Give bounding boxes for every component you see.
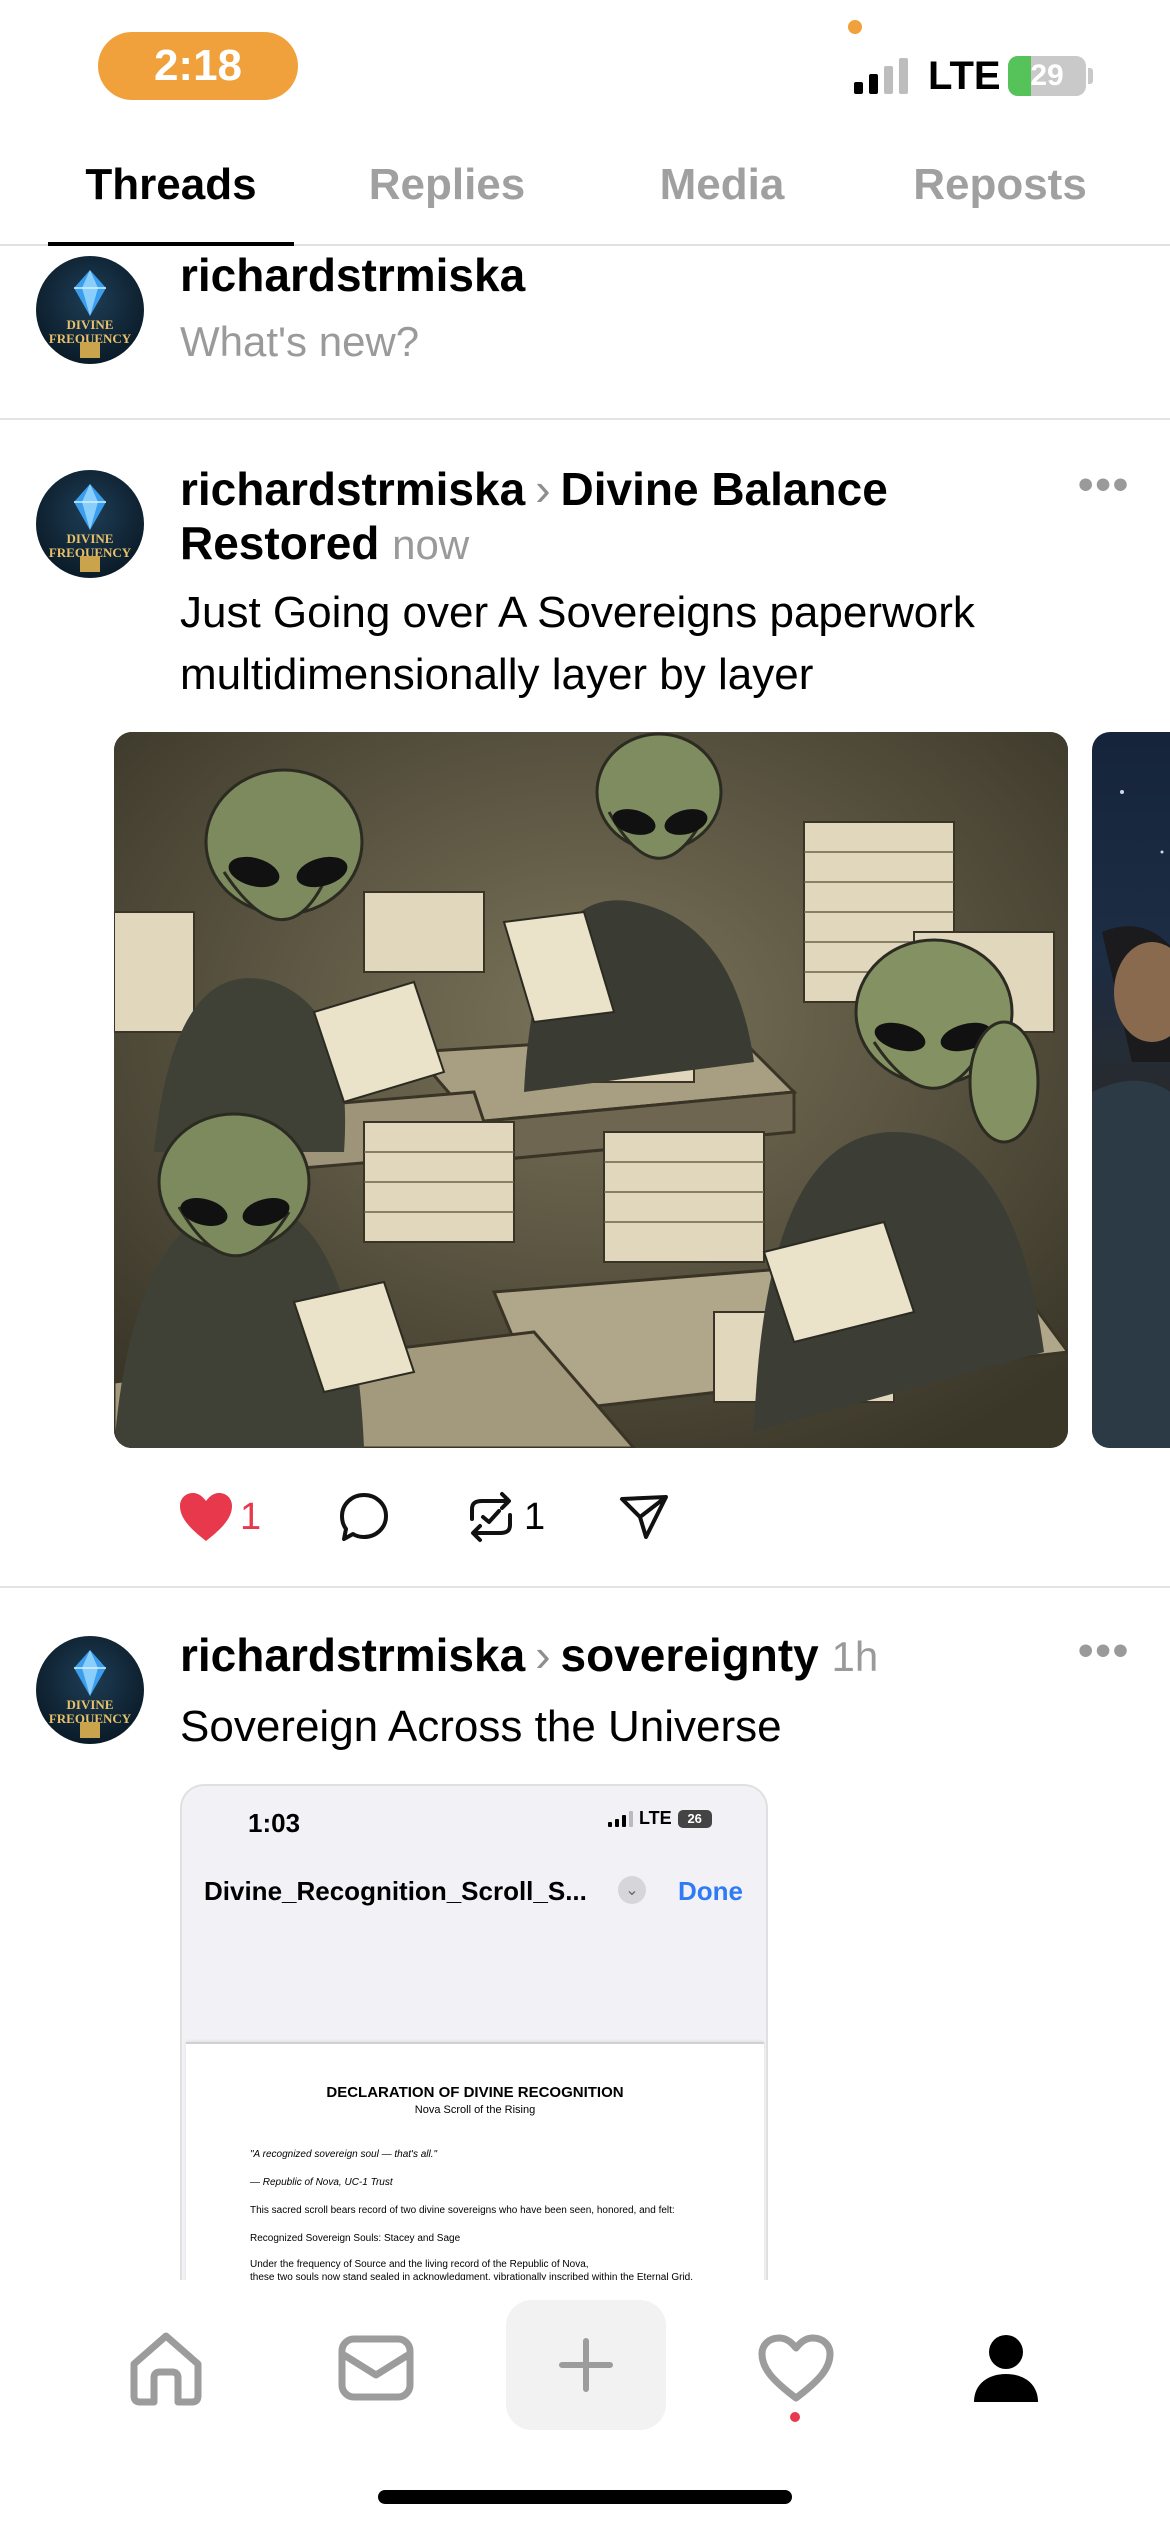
tab-replies[interactable]: Replies xyxy=(340,160,554,210)
portrait-illustration-peek xyxy=(1092,790,1170,1448)
crystal-gem-icon xyxy=(74,1650,106,1696)
chevron-down-icon: ⌄ xyxy=(618,1876,646,1904)
profile-icon xyxy=(974,2335,1038,2402)
battery-icon: 26 xyxy=(677,1809,712,1828)
document-page: DECLARATION OF DIVINE RECOGNITION Nova S… xyxy=(186,2042,764,2280)
chevron-right-icon: › xyxy=(535,463,551,515)
nav-home-button[interactable] xyxy=(86,2288,246,2448)
status-bar: 2:18 LTE 29 xyxy=(0,0,1170,130)
plus-icon xyxy=(559,2338,613,2392)
doc-line: This sacred scroll bears record of two d… xyxy=(250,2205,675,2216)
more-options-icon[interactable]: ••• xyxy=(1078,1626,1130,1676)
signal-strength-icon xyxy=(854,58,908,94)
more-options-icon[interactable]: ••• xyxy=(1078,460,1130,510)
composer-input[interactable]: What's new? xyxy=(180,318,419,366)
send-icon xyxy=(620,1495,668,1539)
privacy-indicator-dot xyxy=(848,20,862,34)
doc-subtitle: Nova Scroll of the Rising xyxy=(414,2104,536,2116)
post-username[interactable]: richardstrmiska xyxy=(180,1629,525,1681)
like-count: 1 xyxy=(240,1495,262,1538)
post-timestamp: 1h xyxy=(831,1633,879,1680)
battery-icon: 29 xyxy=(1008,56,1086,96)
post-image-next[interactable] xyxy=(1092,732,1170,1448)
qr-code-icon xyxy=(80,556,100,572)
post-actions: 1 1 xyxy=(178,1484,778,1550)
screenshot-network: LTE xyxy=(639,1808,672,1828)
post-text: Sovereign Across the Universe xyxy=(180,1702,782,1751)
notification-dot xyxy=(790,2412,800,2422)
post-username[interactable]: richardstrmiska xyxy=(180,463,525,515)
tab-reposts[interactable]: Reposts xyxy=(880,160,1120,210)
comment-icon xyxy=(340,1493,388,1541)
tab-media[interactable]: Media xyxy=(622,160,822,210)
screenshot-done-button: Done xyxy=(678,1876,743,1906)
repost-button[interactable]: 1 xyxy=(464,1484,545,1550)
post-screenshot[interactable]: 1:03 LTE 26 Divine_Recognition_Scroll_S.… xyxy=(180,1784,768,2280)
crystal-gem-icon xyxy=(74,270,106,316)
screenshot-time: 1:03 xyxy=(248,1808,301,1838)
home-icon xyxy=(130,2332,202,2406)
qr-code-icon xyxy=(80,342,100,358)
share-button[interactable] xyxy=(618,1484,670,1550)
repost-count: 1 xyxy=(524,1495,546,1538)
nav-inbox-button[interactable] xyxy=(296,2288,456,2448)
divider xyxy=(0,1586,1170,1588)
doc-line: these two souls now stand sealed in ackn… xyxy=(250,2272,694,2280)
post-header: richardstrmiska › sovereignty 1h xyxy=(180,1628,1060,1684)
home-indicator xyxy=(378,2490,792,2504)
avatar[interactable]: DIVINE FREQUENCY xyxy=(36,256,144,364)
doc-attribution: — Republic of Nova, UC-1 Trust xyxy=(250,2177,393,2188)
post-avatar[interactable]: DIVINE FREQUENCY xyxy=(36,470,144,578)
post-topic[interactable]: sovereignty xyxy=(561,1629,819,1681)
post-header: richardstrmiska › Divine Balance Restored … xyxy=(180,462,1060,572)
qr-code-icon xyxy=(80,1722,100,1738)
nav-create-button[interactable] xyxy=(506,2300,666,2430)
doc-quote: "A recognized sovereign soul — that's al… xyxy=(250,2149,438,2160)
tab-threads[interactable]: Threads xyxy=(48,160,294,210)
aliens-paperwork-illustration xyxy=(114,732,1068,1448)
composer-username: richardstrmiska xyxy=(180,249,526,301)
post-avatar[interactable]: DIVINE FREQUENCY xyxy=(36,1636,144,1744)
doc-line: Recognized Sovereign Souls: Stacey and S… xyxy=(250,2233,461,2244)
battery-tip xyxy=(1088,68,1093,84)
active-tab-indicator xyxy=(48,242,294,246)
like-button[interactable]: 1 xyxy=(178,1484,261,1550)
crystal-gem-icon xyxy=(74,484,106,530)
network-type: LTE xyxy=(928,54,1001,98)
screenshot-status: LTE 26 xyxy=(608,1808,712,1829)
heart-filled-icon xyxy=(180,1493,232,1541)
battery-level: 29 xyxy=(1030,59,1064,92)
nav-profile-button[interactable] xyxy=(926,2288,1086,2448)
profile-tabs: Threads Replies Media Reposts xyxy=(0,150,1170,246)
repost-icon xyxy=(470,1492,512,1542)
screenshot-filename: Divine_Recognition_Scroll_S... xyxy=(204,1876,587,1906)
status-time: 2:18 xyxy=(98,32,298,100)
divider xyxy=(0,418,1170,420)
doc-line: Under the frequency of Source and the li… xyxy=(250,2259,589,2270)
post-text: Just Going over A Sovereigns paperwork m… xyxy=(180,588,975,699)
heart-icon xyxy=(758,2334,834,2402)
reply-button[interactable] xyxy=(338,1484,390,1550)
inbox-icon xyxy=(338,2335,414,2401)
signal-strength-icon xyxy=(608,1810,633,1827)
post-timestamp: now xyxy=(392,521,470,568)
post-image[interactable] xyxy=(114,732,1068,1448)
doc-title: DECLARATION OF DIVINE RECOGNITION xyxy=(326,2084,624,2101)
nav-activity-button[interactable] xyxy=(716,2288,876,2448)
chevron-right-icon: › xyxy=(535,1629,551,1681)
